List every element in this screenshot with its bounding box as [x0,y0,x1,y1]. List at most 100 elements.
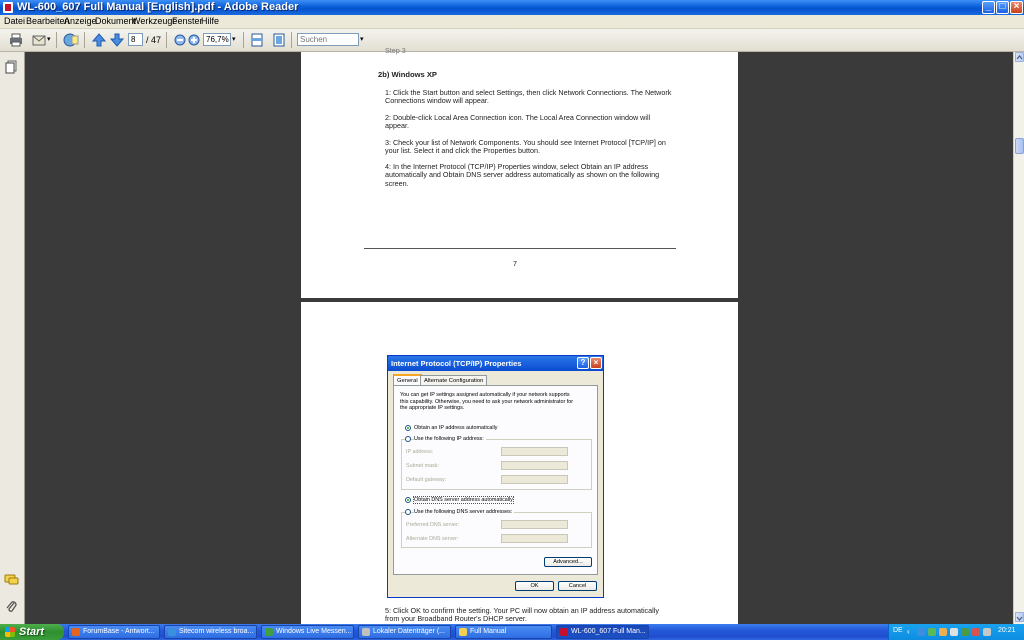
volume-icon[interactable] [950,628,958,636]
review-comment-icon[interactable] [63,32,79,48]
next-page-icon[interactable] [109,32,125,48]
zoom-level-input[interactable]: 76,7% [203,33,231,46]
tray-expand-icon[interactable]: ‹ [907,627,910,636]
minimize-button[interactable]: _ [982,1,995,14]
advanced-button: Advanced... [544,557,592,567]
taskbar-item-local-disk[interactable]: Lokaler Datenträger (... [358,625,451,639]
tcpip-properties-dialog-image: Internet Protocol (TCP/IP) Properties ? … [387,355,604,598]
menu-bearbeiten[interactable]: Bearbeiten [26,16,70,26]
taskbar-item-label: Windows Live Messen... [276,628,352,635]
obtain-dns-radio [405,497,411,503]
dialog-close-icon: × [590,357,602,369]
use-ip-radio [405,436,411,442]
step-5-text: 5: Click OK to confirm the setting. Your… [385,606,659,624]
title-bar: WL-600_607 Full Manual [English].pdf - A… [0,0,1024,15]
arrow-up-icon [1016,54,1023,60]
step-1-text: 1: Click the Start button and select Set… [385,88,672,106]
drive-icon [362,628,370,636]
messenger-icon [265,628,273,636]
alternate-dns-label: Alternate DNS server: [406,536,459,542]
preferred-dns-label: Preferred DNS server: [406,522,460,528]
ip-address-label: IP address: [406,449,434,455]
preferred-dns-field [501,520,568,529]
zoom-dropdown[interactable]: ▾ [232,35,236,43]
language-indicator[interactable]: DE [893,627,903,634]
window-title: WL-600_607 Full Manual [English].pdf - A… [17,1,299,13]
page-total: / 47 [146,35,162,45]
scroll-up-button[interactable] [1015,52,1024,62]
dialog-description-line: this capability. Otherwise, you need to … [400,398,574,405]
previous-page-icon[interactable] [91,32,107,48]
dialog-title: Internet Protocol (TCP/IP) Properties [391,359,522,368]
search-input[interactable] [297,33,359,46]
page-number: 7 [513,259,517,268]
alert-icon[interactable] [972,628,980,636]
menu-fenster[interactable]: Fenster [172,16,203,26]
firefox-icon [72,628,80,636]
internet-explorer-icon [168,628,176,636]
toolbar-separator [56,32,57,48]
folder-icon [459,628,467,636]
subnet-mask-label: Subnet mask: [406,463,439,469]
page-number-input[interactable]: 8 [128,33,143,46]
maximize-button[interactable]: □ [996,1,1009,14]
antivirus-icon[interactable] [961,628,969,636]
toolbar-separator [291,32,292,48]
menu-dokument[interactable]: Dokument [95,16,136,26]
step-4-text: 4: In the Internet Protocol (TCP/IP) Pro… [385,162,660,188]
toolbar-separator [166,32,167,48]
default-gateway-field [501,475,568,484]
taskbar-item-label: Lokaler Datenträger (... [373,628,445,635]
use-dns-label: Use the following DNS server addresses: [414,509,515,516]
taskbar-item-sitecom[interactable]: Sitecom wireless broa... [164,625,257,639]
menu-anzeige[interactable]: Anzeige [64,16,97,26]
dialog-general-panel: You can get IP settings assigned automat… [393,385,598,575]
email-icon[interactable] [31,32,47,48]
toolbar-separator [84,32,85,48]
scroll-thumb[interactable] [1015,138,1024,154]
clipped-heading: Step 3 [385,46,406,55]
use-ip-label: Use the following IP address: [414,436,486,443]
windows-logo-icon [5,627,15,637]
menu-werkzeuge[interactable]: Werkzeuge [132,16,177,26]
menu-bar: Datei Bearbeiten Anzeige Dokument Werkze… [0,15,1024,29]
start-label: Start [19,626,45,638]
step-3-text: 3: Check your list of Network Components… [385,138,666,156]
default-gateway-label: Default gateway: [406,477,447,483]
attachments-paperclip-icon[interactable] [5,600,18,614]
taskbar-item-label: WL-600_607 Full Man... [571,628,646,635]
email-dropdown[interactable]: ▾ [47,35,51,43]
close-button[interactable]: × [1010,1,1023,14]
print-icon[interactable] [8,32,24,48]
vertical-scrollbar[interactable] [1013,52,1024,624]
security-icon[interactable] [939,628,947,636]
menu-hilfe[interactable]: Hilfe [201,16,219,26]
network-icon[interactable] [917,628,925,636]
comments-panel-icon[interactable] [4,574,19,586]
fit-page-icon[interactable] [271,32,287,48]
scroll-down-button[interactable] [1015,612,1024,622]
document-page-7: Step 3 2b) Windows XP 1: Click the Start… [301,46,738,298]
taskbar-item-adobe-reader[interactable]: WL-600_607 Full Man... [556,625,649,639]
alternate-dns-field [501,534,568,543]
clock[interactable]: 20:21 [998,627,1016,634]
dialog-description-line: You can get IP settings assigned automat… [400,392,570,398]
zoom-in-icon[interactable] [186,32,202,48]
search-dropdown[interactable]: ▾ [360,35,364,43]
obtain-ip-radio [405,425,411,431]
start-button[interactable]: Start [0,624,64,640]
adobe-reader-icon [3,2,13,13]
speaker-icon[interactable] [983,628,991,636]
taskbar-item-full-manual[interactable]: Full Manual [455,625,552,639]
fit-width-icon[interactable] [249,32,265,48]
menu-datei[interactable]: Datei [4,16,25,26]
messenger-tray-icon[interactable] [928,628,936,636]
taskbar-item-messenger[interactable]: Windows Live Messen... [261,625,354,639]
pages-panel-icon[interactable] [5,60,18,74]
arrow-down-icon [1016,616,1023,622]
system-tray: DE ‹ 20:21 [888,624,1024,640]
dialog-help-icon: ? [577,357,589,369]
taskbar-item-forumbase[interactable]: ForumBase - Antwort... [68,625,160,639]
step-2-text: 2: Double-click Local Area Connection ic… [385,113,651,131]
obtain-dns-label: Obtain DNS server address automatically [413,495,514,505]
